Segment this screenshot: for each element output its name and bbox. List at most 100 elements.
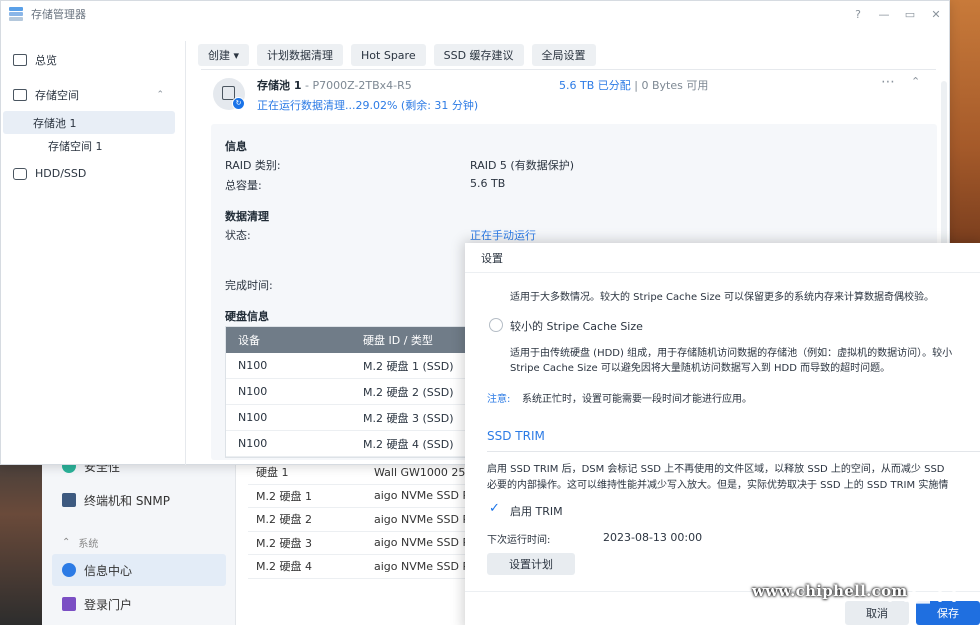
disk-name-cell: M.2 硬盘 4 [256, 560, 312, 574]
device-cell: N100 [238, 411, 268, 424]
chevron-up-icon[interactable]: ⌃ [911, 75, 920, 88]
terminal-icon [62, 493, 76, 507]
disk-name-cell: M.2 硬盘 1 [256, 489, 312, 503]
note-text: 系统正忙时，设置可能需要一段时间才能进行应用。 [522, 394, 752, 405]
pool-usage: 5.6 TB 已分配 | 0 Bytes 可用 [559, 77, 708, 93]
available-size: | 0 Bytes 可用 [630, 79, 709, 92]
small-cache-radio[interactable] [489, 318, 503, 332]
small-cache-description-line1: 适用于由传统硬盘 (HDD) 组成，用于存储随机访问数据的存储池（例如：虚拟机的… [510, 348, 953, 359]
schedule-scrub-button[interactable]: 计划数据清理 [257, 44, 344, 66]
portal-icon [62, 597, 76, 611]
window-title: 存储管理器 [31, 8, 86, 21]
disk-icon [13, 167, 27, 180]
section-title-info: 信息 [225, 140, 247, 153]
scrub-status-label: 状态: [225, 229, 251, 242]
global-settings-button[interactable]: 全局设置 [531, 44, 596, 66]
sidebar-item-hdd-ssd[interactable]: HDD/SSD [1, 162, 176, 185]
scrub-status-value[interactable]: 正在手动运行 [470, 227, 536, 243]
sidebar-item-label: HDD/SSD [35, 167, 87, 180]
overview-icon [13, 53, 27, 66]
table-row[interactable]: N100 M.2 硬盘 2 (SSD) [226, 379, 474, 405]
dialog-title: 设置 [465, 243, 980, 273]
storage-icon [13, 88, 27, 101]
sidebar-item-info-center[interactable]: 信息中心 [52, 554, 226, 586]
control-panel-sidebar: 安全性 终端机和 SNMP ⌃ 系统 信息中心 登录门户 [42, 440, 236, 625]
raid-type-label: RAID 类别: [225, 159, 281, 172]
note-label: 注意: [487, 394, 511, 405]
set-schedule-button[interactable]: 设置计划 [487, 553, 575, 575]
finish-time-label: 完成时间: [225, 279, 273, 292]
trim-description-line1: 启用 SSD TRIM 后，DSM 会标记 SSD 上不再使用的文件区域，以释放… [487, 464, 945, 475]
disk-name-cell: M.2 硬盘 3 [256, 536, 312, 550]
storage-pool-icon: ↻ [213, 78, 245, 110]
section-title-scrub: 数据清理 [225, 210, 269, 223]
help-icon[interactable]: ? [845, 8, 871, 21]
table-row[interactable]: N100 M.2 硬盘 4 (SSD) [226, 431, 474, 457]
sidebar-item-overview[interactable]: 总览 [1, 48, 176, 71]
section-label: 系统 [78, 539, 99, 550]
capacity-label: 总容量: [225, 179, 262, 192]
more-options-icon[interactable]: ⋯ [881, 74, 896, 90]
close-icon[interactable]: ✕ [923, 8, 949, 21]
trim-description-line2: 必要的内部操作。这可以维持性能并减少写入放大。但是，实际优势取决于 SSD 上的… [487, 480, 949, 491]
table-header: 设备 硬盘 ID / 类型 [226, 327, 474, 353]
toolbar: 创建 ▾ 计划数据清理 Hot Spare SSD 缓存建议 全局设置 [198, 44, 596, 66]
sync-icon: ↻ [232, 97, 245, 110]
create-button[interactable]: 创建 ▾ [198, 44, 250, 66]
storage-sidebar: 总览 存储空间 ⌃ 存储池 1 存储空间 1 HDD/SSD [1, 41, 186, 465]
ssd-cache-advisor-button[interactable]: SSD 缓存建议 [433, 44, 524, 66]
pool-title: 存储池 1 - P7000Z-2TBx4-R5 [257, 77, 412, 93]
sidebar-item-storage[interactable]: 存储空间 ⌃ [1, 83, 176, 106]
large-cache-description: 适用于大多数情况。较大的 Stripe Cache Size 可以保留更多的系统… [510, 292, 934, 303]
disk-name-cell: 硬盘 1 [256, 466, 289, 480]
table-row[interactable]: M.2 硬盘 1 aigo NVMe SSD P [248, 485, 488, 508]
disk-id-cell: M.2 硬盘 3 (SSD) [363, 411, 454, 425]
hot-spare-button[interactable]: Hot Spare [351, 44, 426, 66]
minimize-icon[interactable]: — [871, 8, 897, 21]
table-row[interactable]: N100 M.2 硬盘 1 (SSD) [226, 353, 474, 379]
column-header-device[interactable]: 设备 [226, 332, 363, 348]
sidebar-item-label: 存储池 1 [33, 116, 77, 130]
capacity-value: 5.6 TB [470, 177, 506, 190]
scrub-progress-status: 正在运行数据清理...29.02% (剩余: 31 分钟) [257, 99, 479, 112]
disk-list-table: 硬盘 1 Wall GW1000 256 M.2 硬盘 1 aigo NVMe SSD… [248, 461, 488, 579]
disk-name-cell: M.2 硬盘 2 [256, 513, 312, 527]
sidebar-item-label: 信息中心 [84, 563, 133, 578]
watermark-text: www.chiphell.com [752, 582, 908, 600]
sidebar-item-pool-1[interactable]: 存储池 1 [3, 111, 175, 134]
enable-trim-checkbox[interactable]: ✓ [489, 502, 502, 516]
table-row[interactable]: M.2 硬盘 3 aigo NVMe SSD P [248, 532, 488, 555]
disk-id-cell: M.2 硬盘 2 (SSD) [363, 385, 454, 399]
device-cell: N100 [238, 359, 268, 372]
sidebar-item-label: 终端机和 SNMP [84, 493, 170, 508]
pool-name: 存储池 1 [257, 79, 302, 92]
pool-model: P7000Z-2TBx4-R5 [312, 79, 412, 92]
column-header-disk-id[interactable]: 硬盘 ID / 类型 [363, 332, 474, 348]
sidebar-item-label: 总览 [35, 53, 57, 67]
sidebar-item-label: 存储空间 [35, 88, 79, 102]
separator: - [301, 79, 313, 92]
small-cache-description-line2: Stripe Cache Size 可以避免因将大量随机访问数据写入到 HDD … [510, 363, 891, 374]
ssd-trim-title: SSD TRIM [487, 429, 545, 443]
titlebar: 存储管理器 ? — ▭ ✕ [1, 1, 949, 27]
section-header-system[interactable]: ⌃ 系统 [62, 535, 98, 550]
sidebar-item-label: 登录门户 [84, 597, 133, 612]
sidebar-item-label: 存储空间 1 [48, 139, 103, 153]
small-cache-radio-label[interactable]: 较小的 Stripe Cache Size [510, 318, 643, 334]
storage-manager-app-icon [9, 7, 23, 21]
enable-trim-label[interactable]: 启用 TRIM [510, 503, 563, 519]
table-row[interactable]: N100 M.2 硬盘 3 (SSD) [226, 405, 474, 431]
sidebar-item-login-portal[interactable]: 登录门户 [52, 588, 226, 620]
divider [487, 451, 980, 452]
sidebar-item-volume-1[interactable]: 存储空间 1 [1, 134, 176, 157]
desktop-background-strip [0, 440, 42, 625]
info-icon [62, 563, 76, 577]
chevron-up-icon[interactable]: ⌃ [156, 90, 164, 100]
next-run-value: 2023-08-13 00:00 [603, 531, 703, 544]
device-cell: N100 [238, 385, 268, 398]
maximize-icon[interactable]: ▭ [897, 8, 923, 21]
table-row[interactable]: M.2 硬盘 2 aigo NVMe SSD P [248, 508, 488, 532]
disk-id-cell: M.2 硬盘 1 (SSD) [363, 359, 454, 373]
table-row[interactable]: M.2 硬盘 4 aigo NVMe SSD P [248, 555, 488, 579]
sidebar-item-terminal[interactable]: 终端机和 SNMP [52, 484, 226, 516]
